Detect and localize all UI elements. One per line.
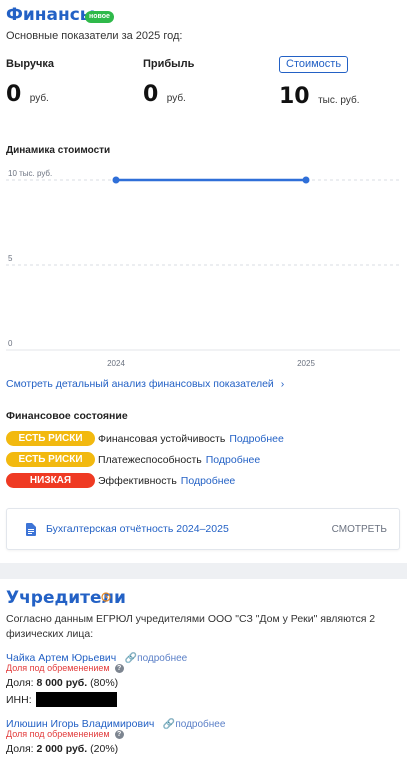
y-tick-label: 10 тыс. руб. [8,169,52,178]
data-point [112,176,120,184]
new-badge: новое [85,11,114,23]
risk-pill: ЕСТЬ РИСКИ [6,431,95,446]
chart-title: Динамика стоимости [6,145,111,156]
state-row: НИЗКАЯ Эффективность Подробнее [6,473,235,488]
share-row: Доля: 8 000 руб. (80%) [6,677,118,689]
state-title: Финансовое состояние [6,410,128,422]
clock-icon[interactable] [101,592,111,602]
chart-marks [112,176,310,184]
state-row: ЕСТЬ РИСКИ Финансовая устойчивость Подро… [6,431,284,446]
view-report-button[interactable]: СМОТРЕТЬ [332,524,387,535]
state-text: Эффективность [98,474,177,487]
inn-row: ИНН: [6,692,117,707]
low-pill: НИЗКАЯ [6,473,95,488]
founders-description: Согласно данным ЕГРЮЛ учредителями ООО "… [6,613,376,640]
encumbrance-row: Доля под обременением ? [6,729,124,739]
state-more-link[interactable]: Подробнее [206,454,260,466]
cost-metric: 10 тыс. руб. [279,84,359,109]
state-more-link[interactable]: Подробнее [181,475,235,487]
share-percent: (80%) [90,677,119,689]
chevron-right-icon: › [280,378,285,390]
x-tick-label: 2025 [297,359,315,368]
help-icon[interactable]: ? [114,663,124,673]
y-tick-label: 5 [8,254,13,263]
profit-value: 0 [143,82,159,107]
section-divider [0,563,407,579]
inn-redacted [35,692,117,707]
profit-unit: руб. [166,93,186,104]
risk-pill: ЕСТЬ РИСКИ [6,452,95,467]
finance-subtitle: Основные показатели за 2025 год: [6,30,183,42]
cost-button[interactable]: Стоимость [279,56,349,73]
link-icon: 🔗 [124,653,138,664]
analysis-link[interactable]: Смотреть детальный анализ финансовых пок… [6,378,284,390]
state-text: Финансовая устойчивость [98,432,226,445]
state-more-link[interactable]: Подробнее [229,433,283,445]
encumbrance-text: Доля под обременением [6,663,110,673]
finance-title: Финансы [6,5,96,25]
data-point [302,176,310,184]
share-percent: (20%) [90,743,119,755]
report-title[interactable]: Бухгалтерская отчётность 2024–2025 [46,523,229,535]
analysis-link-label: Смотреть детальный анализ финансовых пок… [6,378,274,390]
share-label: Доля: [6,677,34,689]
profit-label: Прибыль [143,58,195,70]
revenue-unit: руб. [29,93,49,104]
link-icon: 🔗 [162,719,176,730]
founder-more-label: подробнее [175,719,226,730]
help-icon[interactable]: ? [114,729,124,739]
founder-more-link[interactable]: 🔗подробнее [125,653,188,664]
profit-metric: 0 руб. [143,82,186,107]
share-amount: 8 000 руб. [36,677,88,689]
cost-unit: тыс. руб. [318,95,360,106]
encumbrance-text: Доля под обременением [6,729,110,739]
report-card[interactable]: Бухгалтерская отчётность 2024–2025 СМОТР… [6,508,400,550]
share-label: Доля: [6,743,34,755]
state-text: Платежеспособность [98,453,202,466]
document-icon [26,523,36,536]
founder-more-link[interactable]: 🔗подробнее [163,719,226,730]
state-row: ЕСТЬ РИСКИ Платежеспособность Подробнее [6,452,260,467]
founder-more-label: подробнее [137,653,188,664]
cost-value: 10 [279,84,310,109]
revenue-label: Выручка [6,58,55,70]
chart-grid: 10 тыс. руб. 5 0 2024 2025 [6,169,400,368]
share-amount: 2 000 руб. [36,743,88,755]
revenue-value: 0 [6,82,22,107]
value-chart: 10 тыс. руб. 5 0 2024 2025 [6,169,400,368]
y-tick-label: 0 [8,339,13,348]
inn-label: ИНН: [6,693,32,706]
share-row: Доля: 2 000 руб. (20%) [6,743,118,755]
x-tick-label: 2024 [107,359,125,368]
revenue-metric: 0 руб. [6,82,49,107]
encumbrance-row: Доля под обременением ? [6,663,124,673]
